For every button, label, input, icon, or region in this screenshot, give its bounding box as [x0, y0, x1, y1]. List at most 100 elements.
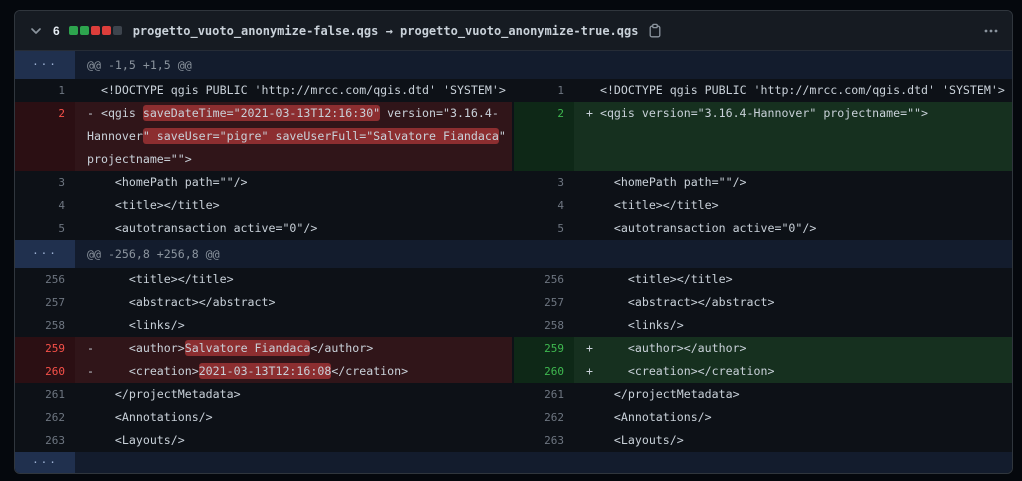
right-side: 259 + <author></author> — [512, 337, 1012, 360]
new-line-number[interactable]: 261 — [514, 383, 574, 406]
hunk-range-label — [75, 452, 87, 473]
new-line-number[interactable]: 258 — [514, 314, 574, 337]
code-text: + <author></author> — [586, 341, 747, 355]
left-side: 261 </projectMetadata> — [15, 383, 512, 406]
code-text: <!DOCTYPE qgis PUBLIC 'http://mrcc.com/q… — [87, 83, 506, 97]
left-side: 258 <links/> — [15, 314, 512, 337]
old-line-number[interactable]: 259 — [15, 337, 75, 360]
code-text: <abstract></abstract> — [586, 295, 774, 309]
file-diff-card: 6 progetto_vuoto_anonymize-false.qgs → p… — [14, 10, 1013, 474]
new-line-number[interactable]: 1 — [514, 79, 574, 102]
old-line-number[interactable]: 1 — [15, 79, 75, 102]
changed-segment: 2021-03-13T12:16:08 — [199, 363, 332, 379]
old-line-number[interactable]: 3 — [15, 171, 75, 194]
code-text: <title></title> — [87, 272, 234, 286]
old-line-number[interactable]: 260 — [15, 360, 75, 383]
left-side: 263 <Layouts/> — [15, 429, 512, 452]
new-code-cell: + <qgis version="3.16.4-Hannover" projec… — [574, 102, 1012, 171]
old-code-cell: <title></title> — [75, 194, 512, 217]
new-line-number[interactable]: 260 — [514, 360, 574, 383]
diff-row: 257 <abstract></abstract>257 <abstract><… — [15, 291, 1012, 314]
new-code-cell: <title></title> — [574, 194, 1012, 217]
right-side: 261 </projectMetadata> — [512, 383, 1012, 406]
code-text: <Layouts/> — [586, 433, 684, 447]
left-side: 5 <autotransaction active="0"/> — [15, 217, 512, 240]
file-options-button[interactable] — [982, 22, 1000, 40]
right-side: 5 <autotransaction active="0"/> — [512, 217, 1012, 240]
collapse-file-button[interactable] — [27, 22, 45, 40]
left-side: 2- <qgis saveDateTime="2021-03-13T12:16:… — [15, 102, 512, 171]
rename-arrow: → — [386, 24, 393, 38]
old-line-number[interactable]: 2 — [15, 102, 75, 171]
old-line-number[interactable]: 258 — [15, 314, 75, 337]
right-side: 258 <links/> — [512, 314, 1012, 337]
old-line-number[interactable]: 257 — [15, 291, 75, 314]
old-code-cell: - <creation>2021-03-13T12:16:08</creatio… — [75, 360, 512, 383]
old-code-cell: <autotransaction active="0"/> — [75, 217, 512, 240]
right-side: 1 <!DOCTYPE qgis PUBLIC 'http://mrcc.com… — [512, 79, 1012, 102]
code-text: </creation> — [331, 364, 408, 378]
new-line-number[interactable]: 259 — [514, 337, 574, 360]
diffstat — [69, 26, 122, 35]
diff-table: ···@@ -1,5 +1,5 @@1 <!DOCTYPE qgis PUBLI… — [15, 51, 1012, 473]
new-line-number[interactable]: 256 — [514, 268, 574, 291]
expand-hunk-button[interactable]: ··· — [15, 51, 75, 79]
old-line-number[interactable]: 262 — [15, 406, 75, 429]
new-code-cell: <homePath path=""/> — [574, 171, 1012, 194]
chevron-down-icon — [28, 23, 44, 39]
old-line-number[interactable]: 4 — [15, 194, 75, 217]
file-header: 6 progetto_vuoto_anonymize-false.qgs → p… — [15, 11, 1012, 51]
new-line-number[interactable]: 262 — [514, 406, 574, 429]
old-code-cell: - <author>Salvatore Fiandaca</author> — [75, 337, 512, 360]
new-line-number[interactable]: 2 — [514, 102, 574, 171]
right-side: 2 + <qgis version="3.16.4-Hannover" proje… — [512, 102, 1012, 171]
diff-row: 262 <Annotations/>262 <Annotations/> — [15, 406, 1012, 429]
old-code-cell: - <qgis saveDateTime="2021-03-13T12:16:3… — [75, 102, 512, 171]
new-line-number[interactable]: 3 — [514, 171, 574, 194]
code-text: - <qgis — [87, 106, 143, 120]
code-text: <autotransaction active="0"/> — [87, 221, 317, 235]
old-line-number[interactable]: 5 — [15, 217, 75, 240]
diff-row: 260- <creation>2021-03-13T12:16:08</crea… — [15, 360, 1012, 383]
left-side: 4 <title></title> — [15, 194, 512, 217]
code-text: <Annotations/> — [87, 410, 213, 424]
old-code-cell: <Annotations/> — [75, 406, 512, 429]
code-text: <Layouts/> — [87, 433, 185, 447]
code-text: + <qgis version="3.16.4-Hannover" projec… — [586, 106, 928, 120]
new-line-number[interactable]: 263 — [514, 429, 574, 452]
expand-hunk-button[interactable]: ··· — [15, 240, 75, 268]
old-code-cell: <homePath path=""/> — [75, 171, 512, 194]
right-side: 262 <Annotations/> — [512, 406, 1012, 429]
code-text: <Annotations/> — [586, 410, 712, 424]
diffstat-block-deletion — [91, 26, 100, 35]
new-line-number[interactable]: 257 — [514, 291, 574, 314]
right-side: 263 <Layouts/> — [512, 429, 1012, 452]
old-code-cell: <!DOCTYPE qgis PUBLIC 'http://mrcc.com/q… — [75, 79, 512, 102]
new-code-cell: <Annotations/> — [574, 406, 1012, 429]
right-side: 3 <homePath path=""/> — [512, 171, 1012, 194]
right-side: 257 <abstract></abstract> — [512, 291, 1012, 314]
old-line-number[interactable]: 256 — [15, 268, 75, 291]
changed-lines-count: 6 — [53, 24, 60, 38]
new-line-number[interactable]: 4 — [514, 194, 574, 217]
expand-hunk-button[interactable]: ··· — [15, 452, 75, 473]
code-text: <links/> — [586, 318, 684, 332]
code-text: </author> — [310, 341, 373, 355]
expander-row: ··· — [15, 452, 1012, 473]
left-side: 259- <author>Salvatore Fiandaca</author> — [15, 337, 512, 360]
left-side: 3 <homePath path=""/> — [15, 171, 512, 194]
copy-file-path-button[interactable] — [646, 22, 664, 40]
file-rename-label[interactable]: progetto_vuoto_anonymize-false.qgs → pro… — [133, 24, 639, 38]
new-line-number[interactable]: 5 — [514, 217, 574, 240]
code-text: </projectMetadata> — [586, 387, 740, 401]
old-code-cell: <title></title> — [75, 268, 512, 291]
old-line-number[interactable]: 261 — [15, 383, 75, 406]
old-line-number[interactable]: 263 — [15, 429, 75, 452]
new-code-cell: <!DOCTYPE qgis PUBLIC 'http://mrcc.com/q… — [574, 79, 1012, 102]
old-code-cell: </projectMetadata> — [75, 383, 512, 406]
new-code-cell: + <author></author> — [574, 337, 1012, 360]
hunk-range-label: @@ -256,8 +256,8 @@ — [75, 240, 220, 268]
diff-row: 3 <homePath path=""/>3 <homePath path=""… — [15, 171, 1012, 194]
diff-row: 5 <autotransaction active="0"/>5 <autotr… — [15, 217, 1012, 240]
new-code-cell: <autotransaction active="0"/> — [574, 217, 1012, 240]
